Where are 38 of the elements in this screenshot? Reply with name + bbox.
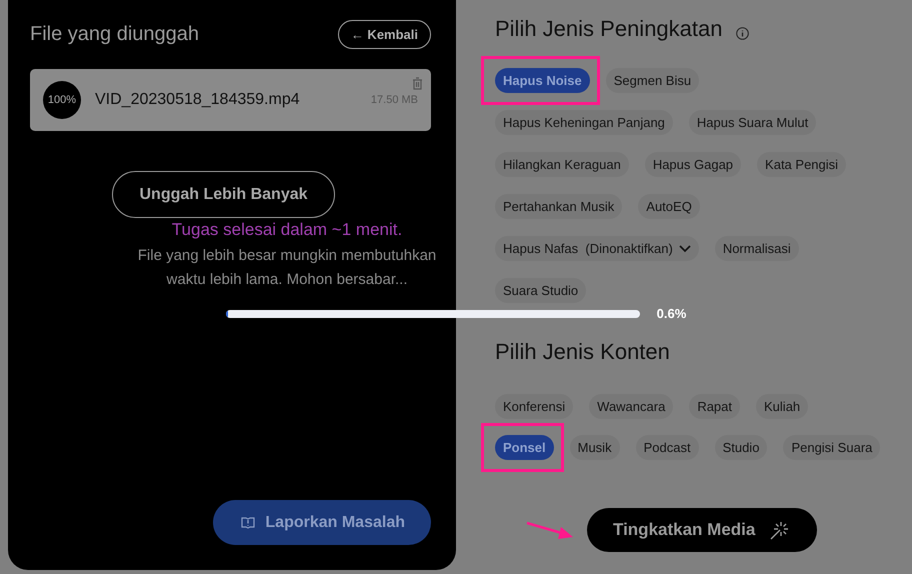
option-chip[interactable]: Pertahankan Musik: [495, 194, 622, 219]
book-alert-icon: [241, 516, 256, 528]
option-chip[interactable]: Musik: [570, 435, 620, 460]
progress-circle: 100%: [43, 81, 81, 119]
option-chip[interactable]: Pengisi Suara: [783, 435, 880, 460]
option-chip[interactable]: Kuliah: [756, 394, 808, 419]
option-chip[interactable]: AutoEQ: [638, 194, 700, 219]
report-button[interactable]: Laporkan Masalah: [213, 500, 431, 545]
wait-message: File yang lebih besar mungkin membutuhkan waktu lebih lama. Mohon bersabar...: [136, 246, 438, 290]
option-chip[interactable]: Podcast: [636, 435, 699, 460]
option-chip[interactable]: Segmen Bisu: [606, 68, 700, 93]
enhance-media-button[interactable]: Tingkatkan Media: [587, 508, 818, 552]
option-chip[interactable]: Hapus Noise: [495, 68, 590, 93]
option-chip[interactable]: Studio: [714, 435, 768, 460]
progress-reading: 0.6%: [656, 306, 686, 321]
upload-more-button[interactable]: Unggah Lebih Banyak: [112, 171, 335, 218]
section-title: Pilih Jenis Peningkatan: [495, 16, 722, 42]
option-chip[interactable]: Hilangkan Keraguan: [495, 152, 629, 177]
info-icon[interactable]: [736, 26, 750, 40]
eta-text: Tugas selesai dalam ~1 menit.: [172, 220, 402, 240]
option-chip[interactable]: Ponsel: [495, 435, 554, 460]
panel-title: File yang diunggah: [30, 23, 200, 46]
option-chip[interactable]: Wawancara: [589, 394, 674, 419]
option-chip[interactable]: Hapus Keheningan Panjang: [495, 110, 673, 135]
option-chip[interactable]: Rapat: [689, 394, 740, 419]
arrow-icon: [525, 520, 575, 540]
back-button[interactable]: ← Kembali: [338, 20, 431, 49]
option-chip[interactable]: Normalisasi: [714, 236, 799, 261]
option-chip[interactable]: Konferensi: [495, 394, 574, 419]
option-chip[interactable]: Kata Pengisi: [757, 152, 846, 177]
option-chip[interactable]: Hapus Gagap: [644, 152, 742, 177]
section-title: Pilih Jenis Konten: [495, 339, 670, 364]
chevron-icon: [678, 244, 691, 252]
trash-icon[interactable]: [412, 77, 423, 90]
option-chip[interactable]: Hapus Suara Mulut: [688, 110, 816, 135]
file-name: VID_20230518_184359.mp4: [95, 91, 301, 109]
option-chip[interactable]: Suara Studio: [495, 278, 586, 303]
dropdown-chip[interactable]: Hapus Nafas (Dinonaktifkan): [495, 236, 699, 261]
